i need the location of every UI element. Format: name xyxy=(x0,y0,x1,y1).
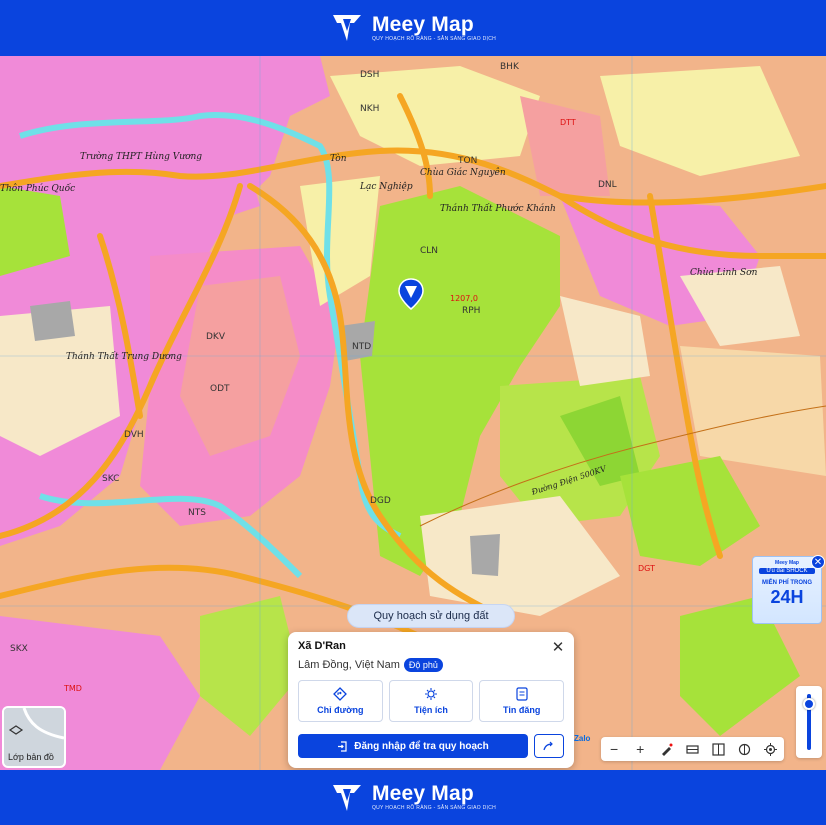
place-name: Lạc Nghiệp xyxy=(360,182,413,192)
map-label: ODT xyxy=(210,384,230,394)
location-card: Xã D'Ran ✕ Lâm Đồng, Việt Nam Độ phủ Chỉ… xyxy=(288,632,574,768)
place-name: Thôn Phúc Quốc xyxy=(0,184,76,194)
share-icon xyxy=(543,741,553,751)
map-label: DKV xyxy=(206,332,225,342)
map-canvas[interactable]: DSH BHK NKH CLN NTD ODT DKV TON RPH NTS … xyxy=(0,56,826,770)
location-subtitle: Lâm Đồng, Việt Nam xyxy=(298,659,400,671)
coverage-badge[interactable]: Độ phủ xyxy=(403,658,443,672)
brand-footer: Meey Map QUY HOẠCH RÕ RÀNG - SẴN SÀNG GI… xyxy=(0,770,826,825)
map-label: SKC xyxy=(102,474,120,484)
location-pin-icon[interactable] xyxy=(398,278,424,310)
map-label: DTT xyxy=(560,118,576,127)
map-label: DVH xyxy=(124,430,144,440)
map-label: RPH xyxy=(462,306,481,316)
land-use-chip-label: Quy hoạch sử dụng đất xyxy=(373,610,489,622)
layer-preview-icon xyxy=(4,708,64,748)
layer-toggle-label: Lớp bản đồ xyxy=(8,752,54,762)
zoom-in-icon[interactable]: + xyxy=(632,741,648,757)
utilities-button[interactable]: Tiện ích xyxy=(388,680,474,722)
map-label: DGD xyxy=(370,496,391,506)
zoom-out-icon[interactable]: − xyxy=(606,741,622,757)
place-name: Trường THPT Hùng Vương xyxy=(80,152,203,162)
layer-toggle-button[interactable]: Lớp bản đồ xyxy=(2,706,66,768)
promo-line2: 24H xyxy=(770,587,804,607)
place-name: Thánh Thất Trung Dương xyxy=(66,352,182,362)
meey-logo-icon xyxy=(332,784,361,811)
login-label: Đăng nhập để tra quy hoạch xyxy=(354,740,489,752)
directions-label: Chỉ đường xyxy=(317,705,364,715)
listing-icon xyxy=(516,687,528,701)
opacity-slider-handle[interactable] xyxy=(803,698,815,710)
map-label: NKH xyxy=(360,104,380,114)
land-use-chip[interactable]: Quy hoạch sử dụng đất xyxy=(347,604,515,628)
place-name: Chùa Giác Nguyên xyxy=(420,168,506,178)
map-label: NTS xyxy=(188,508,206,518)
map-label: BHK xyxy=(500,62,519,72)
zalo-button[interactable]: Zalo xyxy=(574,734,590,743)
map-label: TMD xyxy=(64,684,82,693)
login-icon xyxy=(338,740,347,752)
split-view-icon[interactable] xyxy=(711,741,727,757)
map-label: DNL xyxy=(598,180,617,190)
listings-button[interactable]: Tin đăng xyxy=(479,680,565,722)
draw-icon[interactable] xyxy=(658,741,674,757)
map-label: TON xyxy=(458,156,478,166)
utility-icon xyxy=(425,688,437,700)
map-label: 1207,0 xyxy=(450,294,478,303)
map-label: NTD xyxy=(352,342,372,352)
brand-tagline: QUY HOẠCH RÕ RÀNG - SẴN SÀNG GIAO DỊCH xyxy=(371,805,497,811)
listings-label: Tin đăng xyxy=(503,705,541,715)
close-icon[interactable]: ✕ xyxy=(551,638,565,656)
place-name: Chùa Linh Sơn xyxy=(690,268,758,278)
directions-icon xyxy=(333,687,348,701)
locate-icon[interactable] xyxy=(763,741,779,757)
login-button[interactable]: Đăng nhập để tra quy hoạch xyxy=(298,734,528,758)
place-name: Thánh Thất Phước Khánh xyxy=(440,204,556,214)
brand-tagline: QUY HOẠCH RÕ RÀNG - SẴN SÀNG GIAO DỊCH xyxy=(371,35,497,42)
opacity-slider[interactable] xyxy=(796,686,822,758)
utilities-label: Tiện ích xyxy=(414,705,448,715)
app-frame: Meey Map QUY HOẠCH RÕ RÀNG - SẴN SÀNG GI… xyxy=(0,0,826,825)
measure-icon[interactable] xyxy=(684,741,700,757)
map-label: SKX xyxy=(10,644,28,654)
promo-close-icon[interactable]: ✕ xyxy=(811,555,825,569)
map-label: CLN xyxy=(420,246,439,256)
map-toolbar: − + xyxy=(601,737,784,761)
promo-tag: Ưu đãi SHOCK xyxy=(759,568,815,574)
place-name: Tòn xyxy=(330,154,347,164)
promo-line1: MIỄN PHÍ TRONG xyxy=(761,580,812,586)
directions-button[interactable]: Chỉ đường xyxy=(298,680,383,722)
share-button[interactable] xyxy=(534,734,564,758)
location-title: Xã D'Ran xyxy=(298,640,346,652)
meey-logo-icon xyxy=(332,15,361,41)
map-label: DSH xyxy=(360,70,380,80)
brand-name: Meey Map xyxy=(371,782,474,805)
compare-icon[interactable] xyxy=(737,741,753,757)
brand-name: Meey Map xyxy=(371,12,474,36)
brand-header: Meey Map QUY HOẠCH RÕ RÀNG - SẴN SÀNG GI… xyxy=(0,0,826,56)
map-label: DGT xyxy=(638,564,655,573)
